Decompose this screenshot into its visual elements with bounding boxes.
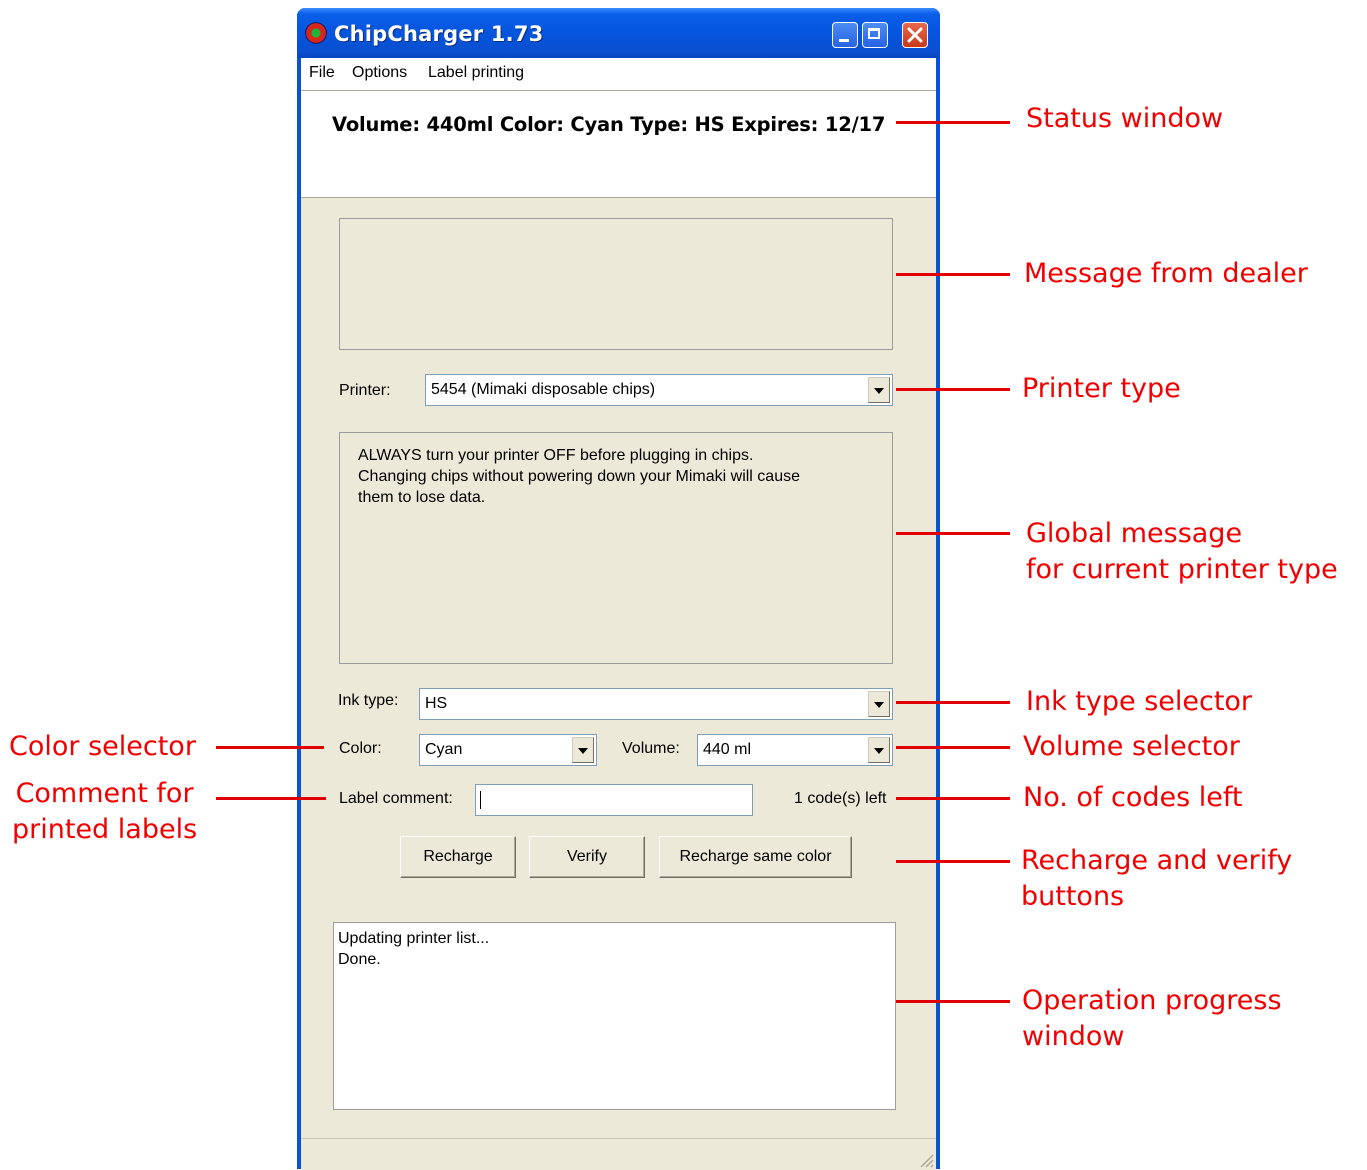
volume-select[interactable]: 440 ml [697,734,893,766]
annotation-dealer-message: Message from dealer [1024,258,1308,289]
annotation-line-buttons [896,860,1010,863]
operation-progress-log[interactable]: Updating printer list... Done. [333,922,896,1110]
recharge-button[interactable]: Recharge [400,836,516,878]
chevron-down-icon[interactable] [868,737,890,763]
log-line: Done. [338,951,381,968]
minimize-button[interactable] [832,22,858,48]
color-value: Cyan [425,741,463,758]
annotation-line-comment [216,797,326,800]
annotation-printer-type: Printer type [1022,373,1181,404]
dealer-message-panel [339,218,893,350]
annotation-line-dealer [896,273,1010,276]
status-bar [301,1138,936,1170]
maximize-button[interactable] [862,22,888,48]
annotation-line-color [216,746,324,749]
annotation-line-volume [896,746,1010,749]
menu-label-printing[interactable]: Label printing [428,64,524,82]
annotation-status-window: Status window [1026,103,1224,134]
annotation-line-status [896,121,1010,124]
menu-file[interactable]: File [309,64,335,82]
label-comment-input[interactable] [475,784,753,816]
log-line: Updating printer list... [338,930,490,947]
annotation-line-printer [896,388,1010,391]
annotation-codes-left: No. of codes left [1023,782,1243,813]
annotation-volume: Volume selector [1023,731,1240,762]
annotation-progress: Operation progress window [1022,985,1282,1052]
chevron-down-icon[interactable] [868,691,890,717]
global-message-line: ALWAYS turn your printer OFF before plug… [358,447,754,464]
ink-type-value: HS [425,695,448,712]
color-select[interactable]: Cyan [419,734,597,766]
annotation-comment: Comment for printed labels [12,778,198,845]
label-comment-label: Label comment: [339,790,453,807]
annotation-line-ink [896,701,1010,704]
chevron-down-icon[interactable] [868,377,890,403]
resize-grip-icon[interactable] [916,1150,934,1168]
title-bar[interactable]: ChipCharger 1.73 [297,8,940,58]
window-title: ChipCharger 1.73 [334,22,544,46]
annotation-global-message: Global message for current printer type [1026,518,1338,585]
annotation-color-selector: Color selector [9,731,196,762]
ink-type-label: Ink type: [338,692,399,709]
annotation-ink-type: Ink type selector [1026,686,1253,717]
app-icon [305,22,327,44]
color-label: Color: [339,740,382,757]
codes-left: 1 code(s) left [794,790,887,807]
volume-label: Volume: [622,740,680,757]
printer-label: Printer: [339,382,391,399]
text-caret [480,791,481,809]
status-window: Volume: 440ml Color: Cyan Type: HS Expir… [301,90,936,198]
menu-options[interactable]: Options [352,64,407,82]
annotation-line-global [896,532,1010,535]
app-window: ChipCharger 1.73 File Options Label prin… [297,8,940,1170]
global-message-line: Changing chips without powering down you… [358,468,800,485]
window-client: File Options Label printing Volume: 440m… [301,58,936,1170]
annotation-line-codes [896,797,1010,800]
global-message-line: them to lose data. [358,489,486,506]
annotation-buttons: Recharge and verify buttons [1021,845,1293,912]
close-button[interactable] [902,22,928,48]
printer-value: 5454 (Mimaki disposable chips) [431,381,656,398]
ink-type-select[interactable]: HS [419,688,893,720]
chevron-down-icon[interactable] [572,737,594,763]
global-message-panel: ALWAYS turn your printer OFF before plug… [339,432,893,664]
close-icon [907,27,923,43]
menu-bar: File Options Label printing [301,58,936,90]
annotation-line-progress [896,1000,1010,1003]
recharge-same-color-button[interactable]: Recharge same color [659,836,852,878]
printer-select[interactable]: 5454 (Mimaki disposable chips) [425,374,893,406]
status-text: Volume: 440ml Color: Cyan Type: HS Expir… [332,113,886,136]
verify-button[interactable]: Verify [529,836,645,878]
volume-value: 440 ml [703,741,752,758]
